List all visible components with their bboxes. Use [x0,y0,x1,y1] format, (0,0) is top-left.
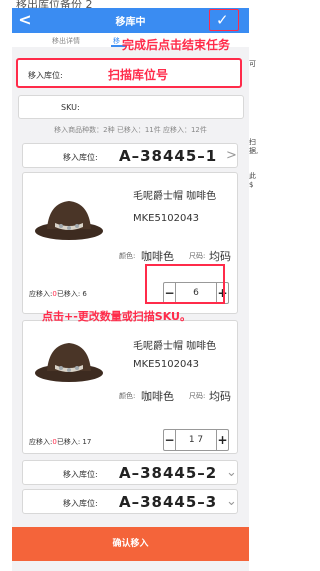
sku-field-label: SKU: [61,103,80,112]
location-group-header[interactable]: 移入库位: A–38445–1 > [22,143,238,168]
confirm-move-in-button[interactable]: 确认移入 [12,527,249,561]
background-page-title: 移出库位备份 2 [16,0,93,8]
navbar: < 移库中 ✓ [12,8,249,33]
sku-field[interactable]: SKU: [18,95,244,119]
finish-task-callout: 完成后点击结束任务 [122,38,231,52]
stepper-hint-callout: 点击+-更改数量或扫描SKU。 [42,310,191,323]
size-value: 均码 [209,250,231,263]
location-field-label: 移入库位: [28,71,63,80]
location-group-label: 移入库位: [63,470,98,479]
check-icon: ✓ [216,11,229,29]
move-summary: 移入商品种数：2种 已移入：11件 应移入：12件 [54,126,207,134]
location-group-label: 移入库位: [63,153,98,162]
cowboy-hat-image [35,343,103,382]
location-field[interactable]: 移入库位: 扫描库位号 [16,58,242,88]
chevron-down-icon: ⌄ [226,494,237,509]
quantity-stepper[interactable]: − 1 7 + [163,429,229,451]
scan-location-callout: 扫描库位号 [108,68,169,82]
tab-move-out-details[interactable]: 移出详情 [52,36,80,46]
background-side-text: 可 [249,60,256,68]
location-group-header[interactable]: 移入库位: A–38445–2 ⌄ [22,460,238,485]
finish-task-button[interactable]: ✓ [209,9,239,31]
product-sku: MKE5102043 [133,359,200,370]
background-side-text: 扫据, [249,138,259,155]
color-label: 颜色: [119,392,136,400]
location-group-header[interactable]: 移入库位: A–38445–3 ⌄ [22,489,238,514]
product-sku: MKE5102043 [133,213,200,224]
chevron-down-icon: ⌄ [226,465,237,480]
quantity-input[interactable]: 1 7 [177,430,215,450]
color-label: 颜色: [119,252,136,260]
location-code: A–38445–1 [119,147,218,165]
product-card: 毛呢爵士帽 咖啡色 MKE5102043 颜色: 咖啡色 尺码: 均码 应移入:… [22,320,238,454]
location-group-label: 移入库位: [63,499,98,508]
quantity-status: 应移入:0已移入: 17 [29,438,92,446]
background-side-text: 此$ [249,172,256,189]
size-label: 尺码: [189,252,206,260]
product-name: 毛呢爵士帽 咖啡色 [133,191,217,202]
color-value: 咖啡色 [141,250,174,263]
size-label: 尺码: [189,392,206,400]
phone-screen: < 移库中 ✓ 移出详情 移 完成后点击结束任务 移入库位: 扫描库位号 SKU… [12,8,249,571]
chevron-left-icon[interactable]: < [16,9,34,31]
decrement-button[interactable]: − [164,430,176,450]
increment-button[interactable]: + [216,430,228,450]
stepper-highlight [145,264,225,304]
location-code: A–38445–2 [119,464,218,482]
cowboy-hat-image [35,201,103,240]
product-name: 毛呢爵士帽 咖啡色 [133,341,217,352]
size-value: 均码 [209,390,231,403]
color-value: 咖啡色 [141,390,174,403]
quantity-status: 应移入:0已移入: 6 [29,290,87,298]
chevron-right-icon: > [226,148,237,163]
location-code: A–38445–3 [119,493,218,511]
